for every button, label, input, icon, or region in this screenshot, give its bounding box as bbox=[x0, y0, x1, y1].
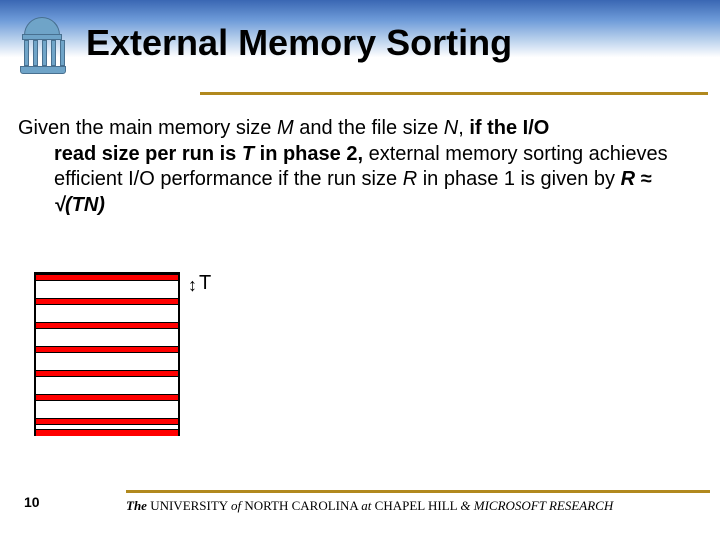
title-underline bbox=[200, 92, 708, 95]
run-bar bbox=[36, 370, 178, 377]
var-M: M bbox=[277, 117, 294, 139]
text: at bbox=[361, 498, 371, 513]
footer-affiliation: The UNIVERSITY of NORTH CAROLINA at CHAP… bbox=[126, 498, 710, 514]
var-N: N bbox=[444, 117, 458, 139]
text: The bbox=[126, 498, 147, 513]
t-label: T bbox=[199, 272, 211, 294]
var-R: R bbox=[403, 168, 417, 190]
text: in phase 1 is given by bbox=[423, 168, 621, 190]
run-bar bbox=[36, 394, 178, 401]
bold-text: if the I/O bbox=[469, 117, 549, 139]
bold-text: in phase 2, bbox=[254, 143, 363, 165]
run-bar bbox=[36, 322, 178, 329]
text: Given the main memory size bbox=[18, 117, 277, 139]
var-T: T bbox=[242, 143, 254, 165]
slide: External Memory Sorting Given the main m… bbox=[0, 0, 720, 540]
bold-text: read size per run is bbox=[54, 143, 242, 165]
body-paragraph: Given the main memory size M and the fil… bbox=[18, 116, 700, 218]
text: CHAPEL HILL bbox=[371, 498, 460, 513]
page-number: 10 bbox=[24, 494, 40, 510]
updown-arrow-icon: ↕ bbox=[188, 276, 197, 294]
text: and the file size bbox=[294, 117, 444, 139]
text: & MICROSOFT RESEARCH bbox=[460, 498, 613, 513]
run-bar bbox=[36, 429, 178, 436]
old-well-logo bbox=[12, 14, 74, 76]
run-bar bbox=[36, 274, 178, 281]
text: , bbox=[458, 117, 469, 139]
text: NORTH CAROLINA bbox=[241, 498, 361, 513]
run-bar bbox=[36, 346, 178, 353]
text: external memory bbox=[363, 143, 518, 165]
footer-rule bbox=[126, 490, 710, 493]
runs-diagram bbox=[34, 272, 180, 436]
t-indicator: ↕T bbox=[188, 272, 211, 295]
slide-title: External Memory Sorting bbox=[86, 22, 512, 64]
text: of bbox=[231, 498, 241, 513]
run-bar bbox=[36, 418, 178, 425]
run-bar bbox=[36, 298, 178, 305]
text: UNIVERSITY bbox=[147, 498, 231, 513]
